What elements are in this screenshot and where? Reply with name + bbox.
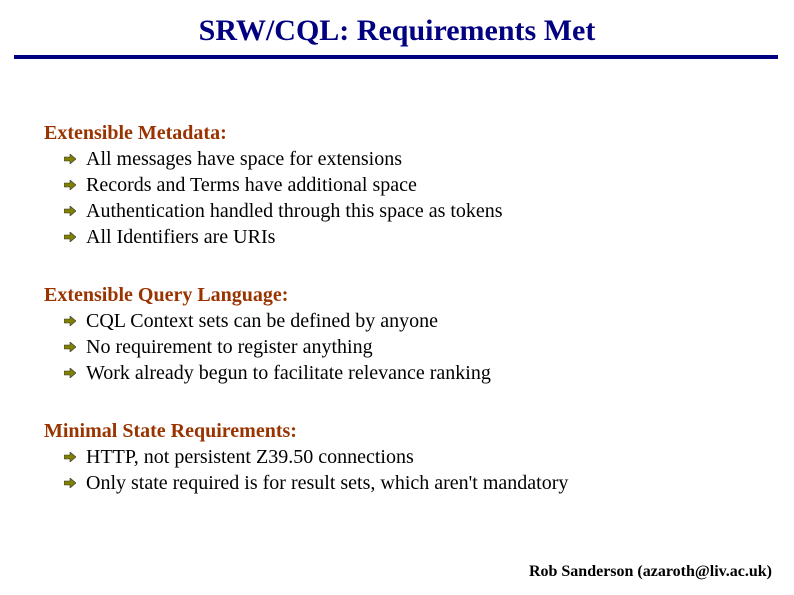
list-item-label: Only state required is for result sets, … xyxy=(86,470,568,496)
arrow-icon xyxy=(64,316,76,326)
section-heading: Extensible Metadata: xyxy=(44,120,744,146)
list-item-label: Work already begun to facilitate relevan… xyxy=(86,360,491,386)
list-item-label: Authentication handled through this spac… xyxy=(86,198,503,224)
arrow-icon xyxy=(64,232,76,242)
arrow-icon xyxy=(64,180,76,190)
slide-title: SRW/CQL: Requirements Met xyxy=(0,14,794,48)
arrow-icon xyxy=(64,368,76,378)
list-item: Only state required is for result sets, … xyxy=(64,470,744,496)
list-item: No requirement to register anything xyxy=(64,334,744,360)
list-item: Records and Terms have additional space xyxy=(64,172,744,198)
list-item-label: All messages have space for extensions xyxy=(86,146,402,172)
list-item: All Identifiers are URIs xyxy=(64,224,744,250)
list-item: Work already begun to facilitate relevan… xyxy=(64,360,744,386)
section-minimal-state-requirements: Minimal State Requirements: HTTP, not pe… xyxy=(44,418,744,496)
list-item: All messages have space for extensions xyxy=(64,146,744,172)
section-extensible-metadata: Extensible Metadata: All messages have s… xyxy=(44,120,744,250)
arrow-icon xyxy=(64,452,76,462)
arrow-icon xyxy=(64,342,76,352)
list-item-label: HTTP, not persistent Z39.50 connections xyxy=(86,444,414,470)
slide-container: SRW/CQL: Requirements Met Extensible Met… xyxy=(0,0,794,595)
section-heading: Extensible Query Language: xyxy=(44,282,744,308)
list-item-label: CQL Context sets can be defined by anyon… xyxy=(86,308,438,334)
footer-author: Rob Sanderson (azaroth@liv.ac.uk) xyxy=(529,563,772,581)
list-item: HTTP, not persistent Z39.50 connections xyxy=(64,444,744,470)
section-heading: Minimal State Requirements: xyxy=(44,418,744,444)
arrow-icon xyxy=(64,154,76,164)
arrow-icon xyxy=(64,478,76,488)
list-item-label: No requirement to register anything xyxy=(86,334,373,360)
slide-body: Extensible Metadata: All messages have s… xyxy=(44,120,744,528)
list-item-label: Records and Terms have additional space xyxy=(86,172,417,198)
list-item: Authentication handled through this spac… xyxy=(64,198,744,224)
section-extensible-query-language: Extensible Query Language: CQL Context s… xyxy=(44,282,744,386)
list-item: CQL Context sets can be defined by anyon… xyxy=(64,308,744,334)
title-underline xyxy=(14,55,778,59)
list-item-label: All Identifiers are URIs xyxy=(86,224,275,250)
arrow-icon xyxy=(64,206,76,216)
